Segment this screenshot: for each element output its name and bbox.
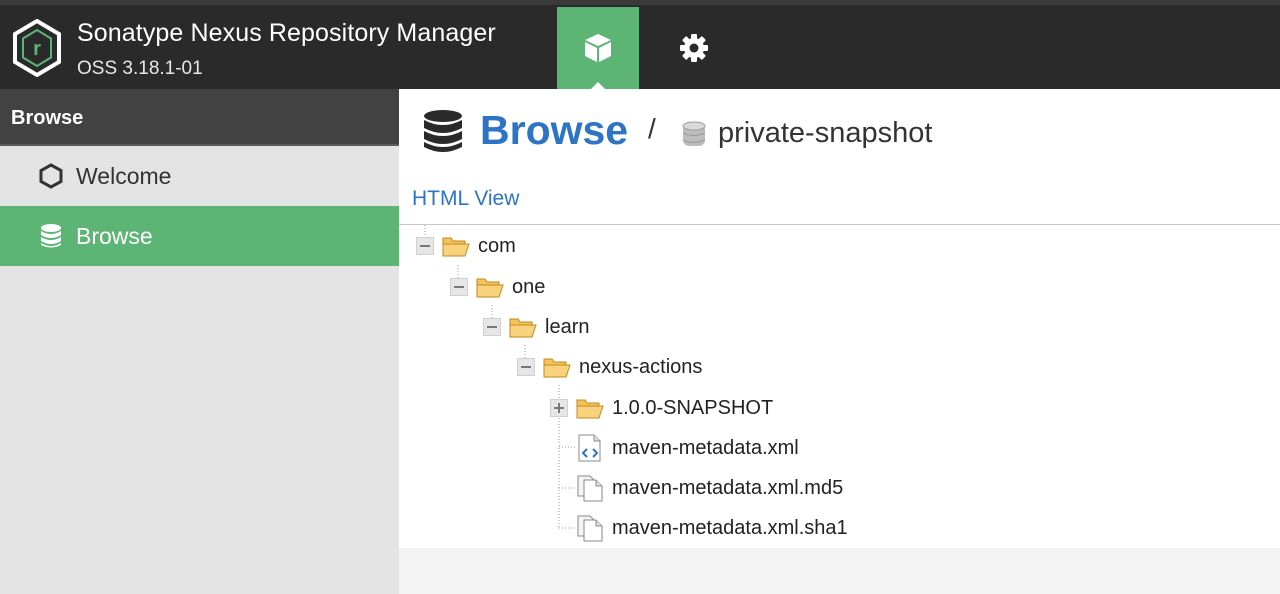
hexagon-icon [38,163,64,189]
folder-open-icon [476,278,504,298]
sidebar-title: Browse [0,89,399,146]
nav-settings-button[interactable] [653,7,735,89]
collapse-toggle-icon[interactable] [416,237,434,255]
gear-icon [680,34,708,62]
tree-node-label: maven-metadata.xml.sha1 [612,516,848,539]
tree-node-1-0-0-snapshot[interactable]: 1.0.0-SNAPSHOT [550,390,773,426]
main-panel: Browse / private-snapshot HTML View com … [399,89,1280,548]
tree-node-label: com [478,234,516,257]
collapse-toggle-icon[interactable] [450,278,468,296]
tree-node-nexus-actions[interactable]: nexus-actions [517,349,702,385]
top-header: r Sonatype Nexus Repository Manager OSS … [0,0,1280,90]
tree-node-maven-metadata-xml-sha1[interactable]: maven-metadata.xml.sha1 [576,510,848,546]
tree-node-label: learn [545,315,590,338]
app-version: OSS 3.18.1-01 [77,58,203,79]
cube-icon [585,34,611,62]
tree-node-label: 1.0.0-SNAPSHOT [612,396,774,419]
content-footer-area [399,548,1280,594]
tree-node-label: one [512,275,546,298]
tree-node-com[interactable]: com [416,228,516,264]
folder-open-icon [442,237,470,257]
folder-open-icon [543,358,571,378]
collapse-toggle-icon[interactable] [517,358,535,376]
nexus-logo-icon: r [13,19,61,77]
sidebar-item-browse[interactable]: Browse [0,206,399,266]
nav-browse-button[interactable] [557,7,639,90]
collapse-toggle-icon[interactable] [483,318,501,336]
folder-open-icon [509,318,537,338]
tree-node-one[interactable]: one [450,269,545,305]
file-copies-icon [577,515,603,542]
tree-node-maven-metadata-xml-md5[interactable]: maven-metadata.xml.md5 [576,470,843,506]
sidebar-item-label: Welcome [76,162,172,189]
database-icon [38,223,64,249]
expand-toggle-icon[interactable] [550,399,568,417]
folder-open-icon [576,399,604,419]
xml-file-icon [578,434,601,462]
tree-node-label: nexus-actions [579,355,703,378]
app-title: Sonatype Nexus Repository Manager [77,19,496,47]
file-copies-icon [577,475,603,502]
tree-node-maven-metadata-xml[interactable]: maven-metadata.xml [576,430,799,466]
sidebar-item-label: Browse [76,222,153,249]
svg-text:r: r [33,38,41,60]
tree-node-label: maven-metadata.xml.md5 [612,476,844,499]
tree-node-label: maven-metadata.xml [612,436,799,459]
sidebar: Browse Welcome Browse [0,89,399,594]
sidebar-item-welcome[interactable]: Welcome [0,146,399,206]
tree-node-learn[interactable]: learn [483,309,589,345]
